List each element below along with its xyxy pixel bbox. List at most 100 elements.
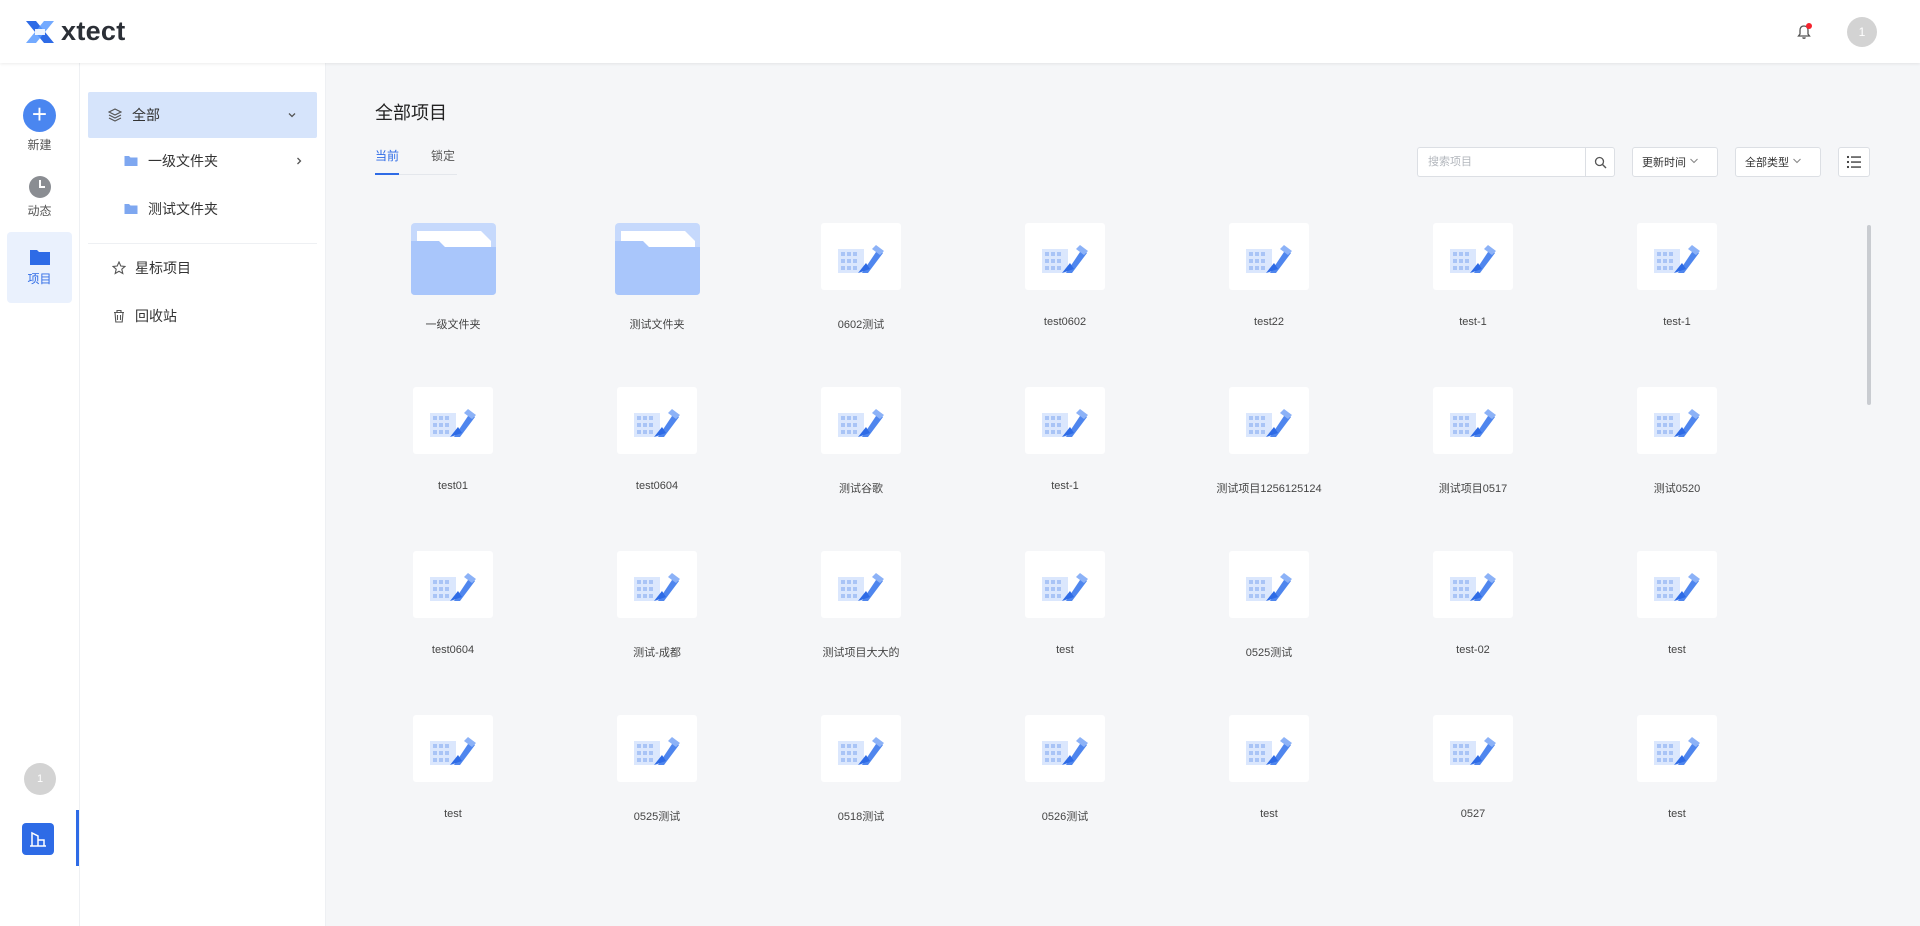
card-label: 测试文件夹	[629, 319, 685, 331]
project-card[interactable]: 0526测试	[997, 715, 1133, 824]
chevron-down-icon	[1792, 157, 1802, 168]
card-label: 测试0520	[1653, 483, 1701, 495]
app-name: xtect	[61, 16, 126, 46]
type-dropdown[interactable]: 全部类型	[1735, 147, 1821, 177]
project-card[interactable]: test	[385, 715, 521, 820]
project-card[interactable]: test	[1609, 551, 1745, 656]
project-thumbnail-icon	[1229, 223, 1309, 290]
tab-locked[interactable]: 锁定	[431, 147, 457, 174]
subfolder-label: 测试文件夹	[148, 201, 218, 217]
project-thumbnail-icon	[1025, 387, 1105, 454]
sidebar-item-trash-label: 回收站	[135, 308, 177, 324]
rail-new-button[interactable]: + 新建	[7, 99, 72, 153]
project-thumbnail-icon	[821, 223, 901, 290]
sidebar-item-subfolder[interactable]: 测试文件夹	[124, 189, 304, 229]
folder-sidebar: 全部 一级文件夹 测试文件夹 星标项目 回收站	[80, 63, 326, 926]
project-thumbnail-icon	[1229, 387, 1309, 454]
project-card[interactable]: 0518测试	[793, 715, 929, 824]
project-card[interactable]: 0527	[1405, 715, 1541, 820]
project-card[interactable]: 测试项目大大的	[793, 551, 929, 660]
rail-user-avatar[interactable]: 1	[24, 763, 56, 795]
user-avatar[interactable]: 1	[1847, 16, 1877, 47]
project-thumbnail-icon	[1229, 715, 1309, 782]
search-icon	[1594, 156, 1606, 168]
sidebar-item-all[interactable]: 全部	[88, 92, 317, 138]
sidebar-item-all-label: 全部	[132, 107, 160, 123]
project-card[interactable]: test0602	[997, 223, 1133, 328]
project-card[interactable]: test01	[385, 387, 521, 492]
card-label: 0602测试	[837, 319, 885, 331]
project-thumbnail-icon	[413, 551, 493, 618]
card-label: 测试项目0517	[1438, 483, 1508, 495]
clock-icon	[28, 176, 51, 198]
tab-current[interactable]: 当前	[375, 147, 400, 175]
project-card[interactable]: test-1	[997, 387, 1133, 492]
main-content: 全部项目 当前 锁定 更新时间 全部类型	[326, 63, 1920, 926]
project-thumbnail-icon	[617, 715, 697, 782]
star-icon	[112, 261, 126, 275]
rail-new-label: 新建	[27, 138, 52, 152]
project-card[interactable]: test-02	[1405, 551, 1541, 656]
rail-active-indicator	[76, 810, 79, 866]
tab-bar: 当前 锁定	[375, 147, 458, 175]
folder-card[interactable]: 一级文件夹	[385, 223, 521, 332]
card-label: 0525测试	[633, 811, 681, 823]
search-button[interactable]	[1585, 147, 1615, 177]
vertical-scrollbar[interactable]	[1867, 225, 1871, 405]
project-card[interactable]: test	[997, 551, 1133, 656]
card-label: test	[1260, 808, 1278, 820]
project-card[interactable]: test0604	[589, 387, 725, 492]
project-card[interactable]: 测试项目1256125124	[1201, 387, 1337, 496]
card-label: test01	[438, 480, 468, 492]
project-thumbnail-icon	[413, 715, 493, 782]
folder-icon	[124, 204, 138, 214]
sidebar-item-starred[interactable]: 星标项目	[112, 248, 191, 288]
folder-thumbnail-icon	[614, 223, 700, 295]
project-card[interactable]: 测试0520	[1609, 387, 1745, 496]
sidebar-item-trash[interactable]: 回收站	[112, 296, 177, 336]
folder-thumbnail-icon	[410, 223, 496, 295]
rail-project-button[interactable]: 项目	[7, 232, 72, 303]
card-label: 0518测试	[837, 811, 885, 823]
list-view-button[interactable]	[1838, 147, 1870, 177]
chevron-down-icon[interactable]	[287, 107, 297, 123]
project-card[interactable]: 0525测试	[1201, 551, 1337, 660]
project-card[interactable]: 测试项目0517	[1405, 387, 1541, 496]
project-thumbnail-icon	[1229, 551, 1309, 618]
project-card[interactable]: 0602测试	[793, 223, 929, 332]
project-card[interactable]: test22	[1201, 223, 1337, 328]
rail-building-button[interactable]	[22, 823, 54, 855]
search-input[interactable]	[1417, 147, 1585, 177]
sidebar-item-subfolder[interactable]: 一级文件夹	[124, 141, 304, 181]
card-label: 测试谷歌	[839, 483, 883, 495]
card-label: test-02	[1456, 644, 1490, 656]
toolbar: 更新时间 全部类型	[1417, 147, 1870, 177]
project-thumbnail-icon	[1637, 223, 1717, 290]
sort-dropdown-label: 更新时间	[1642, 157, 1686, 169]
project-card[interactable]: 测试谷歌	[793, 387, 929, 496]
project-card[interactable]: test0604	[385, 551, 521, 656]
chevron-right-icon[interactable]	[294, 153, 304, 169]
sidebar-divider	[88, 243, 317, 244]
folder-card[interactable]: 测试文件夹	[589, 223, 725, 332]
rail-activity-button[interactable]: 动态	[7, 176, 72, 219]
project-card[interactable]: test	[1201, 715, 1337, 820]
project-thumbnail-icon	[1025, 223, 1105, 290]
project-card[interactable]: test-1	[1405, 223, 1541, 328]
notification-bell-icon[interactable]	[1795, 22, 1813, 41]
card-label: 0527	[1460, 808, 1486, 820]
app-logo[interactable]: xtect	[23, 16, 126, 47]
project-card[interactable]: 0525测试	[589, 715, 725, 824]
sort-dropdown[interactable]: 更新时间	[1632, 147, 1718, 177]
project-card[interactable]: 测试-成都	[589, 551, 725, 660]
card-label: test22	[1254, 316, 1284, 328]
project-card[interactable]: test	[1609, 715, 1745, 820]
card-label: 一级文件夹	[425, 319, 481, 331]
top-header: xtect 1	[0, 0, 1920, 63]
project-card[interactable]: test-1	[1609, 223, 1745, 328]
project-thumbnail-icon	[1637, 715, 1717, 782]
notification-dot	[1806, 22, 1812, 29]
chevron-down-icon	[1689, 157, 1699, 168]
building-icon	[30, 831, 46, 847]
folder-icon	[29, 250, 50, 265]
